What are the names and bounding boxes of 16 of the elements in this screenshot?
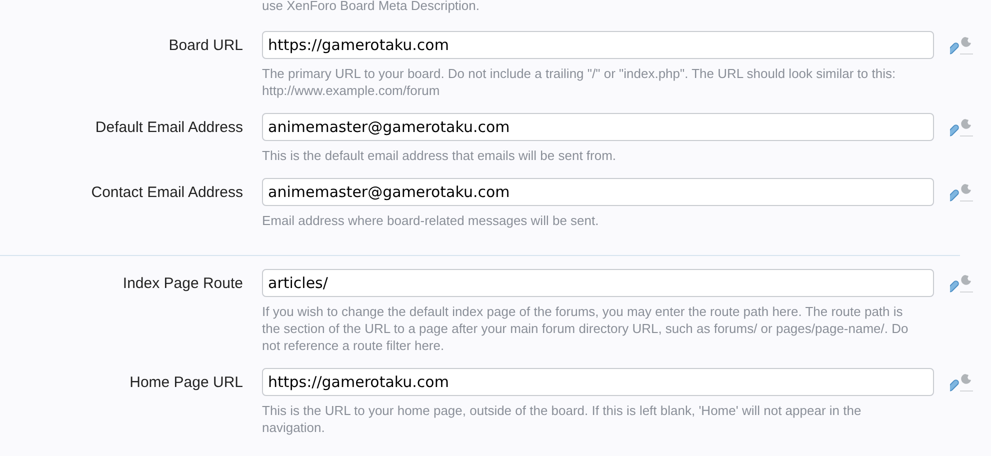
option-hint: If you wish to change the default index page of the forums, you may enter the route path here. The route path is the section of the URL to a page after your main forum directory URL, such as forums/ or pages/page-name/. Do not reference a route filter here.: [262, 303, 910, 354]
option-label: Default Email Address: [95, 118, 243, 138]
option-hint: The primary URL to your board. Do not include a trailing "/" or "index.php". The URL should look similar to this: http://www.example.com/forum: [262, 65, 897, 99]
text-field[interactable]: animemaster@gamerotaku.com: [262, 113, 934, 141]
option-label: Board URL: [168, 36, 243, 56]
option-label: Home Page URL: [130, 373, 243, 393]
option-label: Index Page Route: [122, 274, 243, 294]
text-field[interactable]: articles/: [262, 269, 934, 297]
option-label: Contact Email Address: [91, 183, 243, 203]
text-field[interactable]: animemaster@gamerotaku.com: [262, 178, 934, 206]
option-hint: use XenForo Board Meta Description.: [262, 0, 480, 14]
option-hint: Email address where board-related messages will be sent.: [262, 212, 600, 229]
option-hint: This is the default email address that emails will be sent from.: [262, 147, 618, 164]
option-hint: This is the URL to your home page, outside of the board. If this is left blank, 'Home' will not appear in the navigation.: [262, 402, 862, 436]
text-field[interactable]: https://gamerotaku.com: [262, 368, 934, 396]
text-field[interactable]: https://gamerotaku.com: [262, 31, 934, 59]
